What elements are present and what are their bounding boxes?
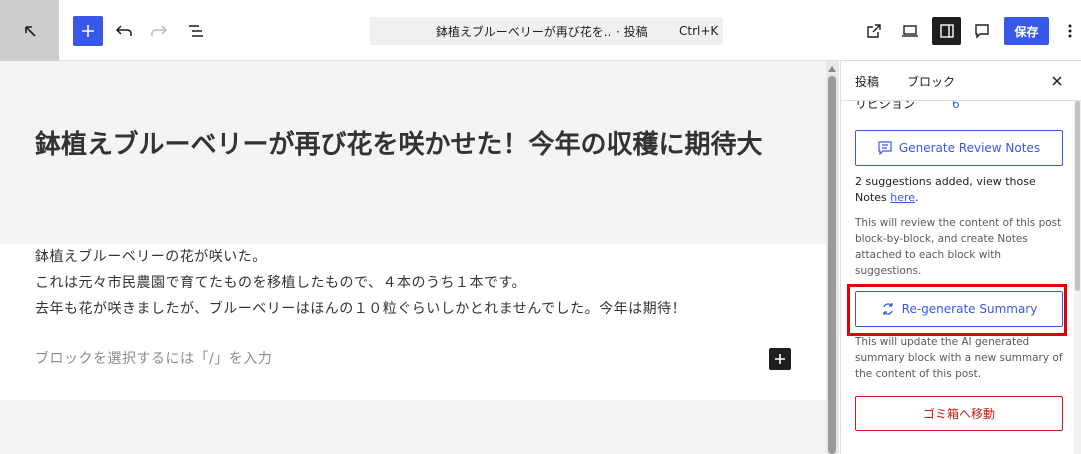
review-help-text: This will review the content of this pos… xyxy=(855,217,1062,277)
view-post-button[interactable] xyxy=(862,16,886,46)
generate-review-notes-label: Generate Review Notes xyxy=(898,141,1041,155)
add-block-button[interactable] xyxy=(73,16,103,46)
tab-block[interactable]: ブロック xyxy=(907,73,955,90)
block-placeholder[interactable]: ブロックを選択するには「/」を入力 xyxy=(35,348,272,368)
paragraph-line: 去年も花が咲きましたが、ブルーベリーはほんの１０粒ぐらいしかとれませんでした。今… xyxy=(35,301,687,317)
settings-sidebar-toggle[interactable] xyxy=(932,17,961,45)
editor-toolbar: 鉢植えブルーベリーが再び花を... · 投稿 Ctrl+K 保存 xyxy=(0,0,1081,61)
plus-icon xyxy=(82,25,94,37)
sidebar-scrollbar[interactable] xyxy=(1074,61,1081,454)
undo-icon xyxy=(115,25,132,36)
comments-button[interactable] xyxy=(970,16,994,46)
close-icon xyxy=(1052,76,1062,86)
command-bar-shortcut: Ctrl+K xyxy=(679,24,719,38)
post-title[interactable]: 鉢植えブルーベリーが再び花を咲かせた！今年の収穫に期待大 xyxy=(35,117,795,173)
preview-button[interactable] xyxy=(898,16,922,46)
comment-icon xyxy=(975,24,989,39)
scroll-up-icon[interactable] xyxy=(828,66,836,72)
scrollbar-thumb[interactable] xyxy=(828,76,836,454)
more-vertical-icon xyxy=(1068,24,1072,38)
arrow-up-left-icon xyxy=(24,25,36,37)
redo-icon xyxy=(151,25,168,36)
paragraph-line: これは元々市民農園で育てたものを移植したもので、４本のうち１本です。 xyxy=(35,275,527,291)
close-sidebar-button[interactable] xyxy=(1048,72,1066,90)
editor-canvas: 鉢植えブルーベリーが再び花を咲かせた！今年の収穫に期待大 鉢植えブルーベリーの花… xyxy=(0,61,826,454)
notes-link[interactable]: here xyxy=(890,191,915,204)
regenerate-summary-button[interactable]: Re-generate Summary xyxy=(855,291,1063,327)
canvas-scrollbar[interactable] xyxy=(826,61,839,454)
desktop-icon xyxy=(902,25,918,37)
move-to-trash-button[interactable]: ゴミ箱へ移動 xyxy=(855,396,1063,431)
notes-icon xyxy=(878,141,892,155)
tab-post[interactable]: 投稿 xyxy=(855,73,879,90)
external-link-icon xyxy=(867,24,881,38)
undo-button[interactable] xyxy=(110,16,138,46)
regenerate-summary-label: Re-generate Summary xyxy=(901,302,1038,316)
plus-icon xyxy=(775,354,785,364)
canvas-footer-area xyxy=(0,400,826,454)
back-button[interactable] xyxy=(0,0,59,61)
settings-sidebar: リビジョン 6 投稿 ブロック Generate Review Notes 2 … xyxy=(840,61,1081,454)
sidebar-scrollbar-thumb[interactable] xyxy=(1075,101,1080,291)
suggestions-text: 2 suggestions added, view those Notes xyxy=(855,175,1036,204)
redo-button[interactable] xyxy=(145,16,173,46)
refresh-icon xyxy=(883,303,893,315)
save-button[interactable]: 保存 xyxy=(1004,17,1049,45)
sidebar-tabs: 投稿 ブロック xyxy=(841,61,1081,101)
regenerate-help-text: This will update the AI generated summar… xyxy=(855,336,1063,380)
sidebar-icon xyxy=(939,24,954,38)
command-bar-post-type: · 投稿 xyxy=(616,24,648,39)
more-options-button[interactable] xyxy=(1062,16,1078,46)
document-overview-button[interactable] xyxy=(181,16,211,46)
paragraph-block[interactable]: 鉢植えブルーベリーの花が咲いた。 これは元々市民農園で育てたものを移植したもので… xyxy=(35,244,805,322)
inline-add-block-button[interactable] xyxy=(769,348,791,370)
command-palette-bar[interactable]: 鉢植えブルーベリーが再び花を... · 投稿 Ctrl+K xyxy=(370,17,723,45)
command-bar-title: 鉢植えブルーベリーが再び花を... xyxy=(436,24,610,39)
list-view-icon xyxy=(189,25,203,37)
suggestions-message: 2 suggestions added, view those Notes he… xyxy=(855,175,1036,204)
title-area: 鉢植えブルーベリーが再び花を咲かせた！今年の収穫に期待大 xyxy=(0,61,826,244)
paragraph-line: 鉢植えブルーベリーの花が咲いた。 xyxy=(35,249,267,265)
generate-review-notes-button[interactable]: Generate Review Notes xyxy=(855,130,1063,166)
